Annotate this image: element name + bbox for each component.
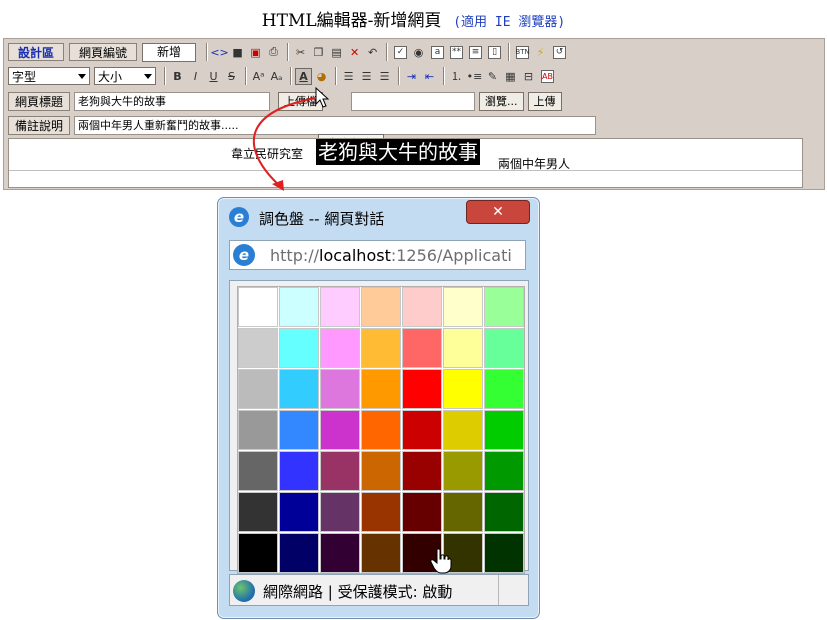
ie-icon: e: [229, 207, 249, 227]
color-swatch[interactable]: [361, 287, 401, 327]
color-swatch[interactable]: [443, 287, 483, 327]
color-swatch[interactable]: [320, 287, 360, 327]
color-swatch[interactable]: [238, 533, 278, 573]
color-swatch[interactable]: [402, 451, 442, 491]
color-swatch[interactable]: [361, 533, 401, 573]
color-swatch[interactable]: [402, 369, 442, 409]
color-swatch[interactable]: [320, 328, 360, 368]
color-swatch[interactable]: [484, 410, 524, 450]
color-swatch[interactable]: [238, 369, 278, 409]
color-swatch[interactable]: [279, 369, 319, 409]
red-arrow-line: [252, 97, 317, 189]
color-swatch[interactable]: [361, 492, 401, 532]
address-prefix: http://: [270, 246, 320, 265]
color-palette-dialog: e 調色盤 -- 網頁對話 ✕ e http://localhost:1256/…: [217, 197, 540, 619]
color-swatch[interactable]: [238, 451, 278, 491]
red-arrow-head-icon: [272, 180, 284, 191]
color-swatch[interactable]: [279, 328, 319, 368]
address-rest: :1256/Applicati: [390, 246, 512, 265]
color-swatch[interactable]: [402, 328, 442, 368]
color-swatch[interactable]: [443, 492, 483, 532]
color-swatch[interactable]: [484, 328, 524, 368]
color-swatch[interactable]: [402, 492, 442, 532]
color-swatch[interactable]: [402, 410, 442, 450]
color-swatch[interactable]: [279, 533, 319, 573]
color-swatch[interactable]: [238, 287, 278, 327]
color-swatch[interactable]: [443, 369, 483, 409]
color-swatch[interactable]: [238, 410, 278, 450]
color-swatch[interactable]: [443, 410, 483, 450]
color-swatch[interactable]: [279, 492, 319, 532]
color-swatch[interactable]: [320, 451, 360, 491]
color-swatch[interactable]: [320, 410, 360, 450]
color-swatch[interactable]: [443, 328, 483, 368]
color-swatch[interactable]: [484, 451, 524, 491]
ie-icon: e: [233, 244, 255, 266]
color-swatch[interactable]: [484, 533, 524, 573]
address-host: localhost: [319, 246, 391, 265]
dialog-title: 調色盤 -- 網頁對話: [259, 210, 385, 228]
color-swatch[interactable]: [238, 492, 278, 532]
status-bar: 網際網路 | 受保護模式: 啟動: [229, 574, 529, 606]
color-swatch[interactable]: [361, 451, 401, 491]
status-text: 網際網路 | 受保護模式: 啟動: [263, 583, 453, 601]
color-swatch[interactable]: [320, 533, 360, 573]
address-text: http://localhost:1256/Applicati: [270, 246, 524, 265]
color-swatch[interactable]: [361, 410, 401, 450]
color-swatch[interactable]: [320, 369, 360, 409]
color-swatch[interactable]: [279, 451, 319, 491]
status-divider: [498, 575, 499, 605]
close-button[interactable]: ✕: [466, 200, 530, 224]
globe-icon: [233, 580, 255, 602]
hand-pointer-icon: [430, 548, 452, 574]
color-swatch[interactable]: [484, 287, 524, 327]
color-swatch[interactable]: [279, 287, 319, 327]
mouse-pointer-icon: [315, 86, 330, 108]
color-swatch[interactable]: [361, 369, 401, 409]
color-swatch[interactable]: [484, 369, 524, 409]
address-bar: e http://localhost:1256/Applicati: [229, 240, 526, 270]
color-swatch[interactable]: [279, 410, 319, 450]
color-grid: [237, 286, 525, 574]
color-swatch[interactable]: [443, 451, 483, 491]
color-swatch[interactable]: [361, 328, 401, 368]
color-swatch[interactable]: [238, 328, 278, 368]
color-swatch[interactable]: [484, 492, 524, 532]
palette-panel: #990000: [229, 280, 529, 604]
color-swatch[interactable]: [320, 492, 360, 532]
color-swatch[interactable]: [402, 287, 442, 327]
